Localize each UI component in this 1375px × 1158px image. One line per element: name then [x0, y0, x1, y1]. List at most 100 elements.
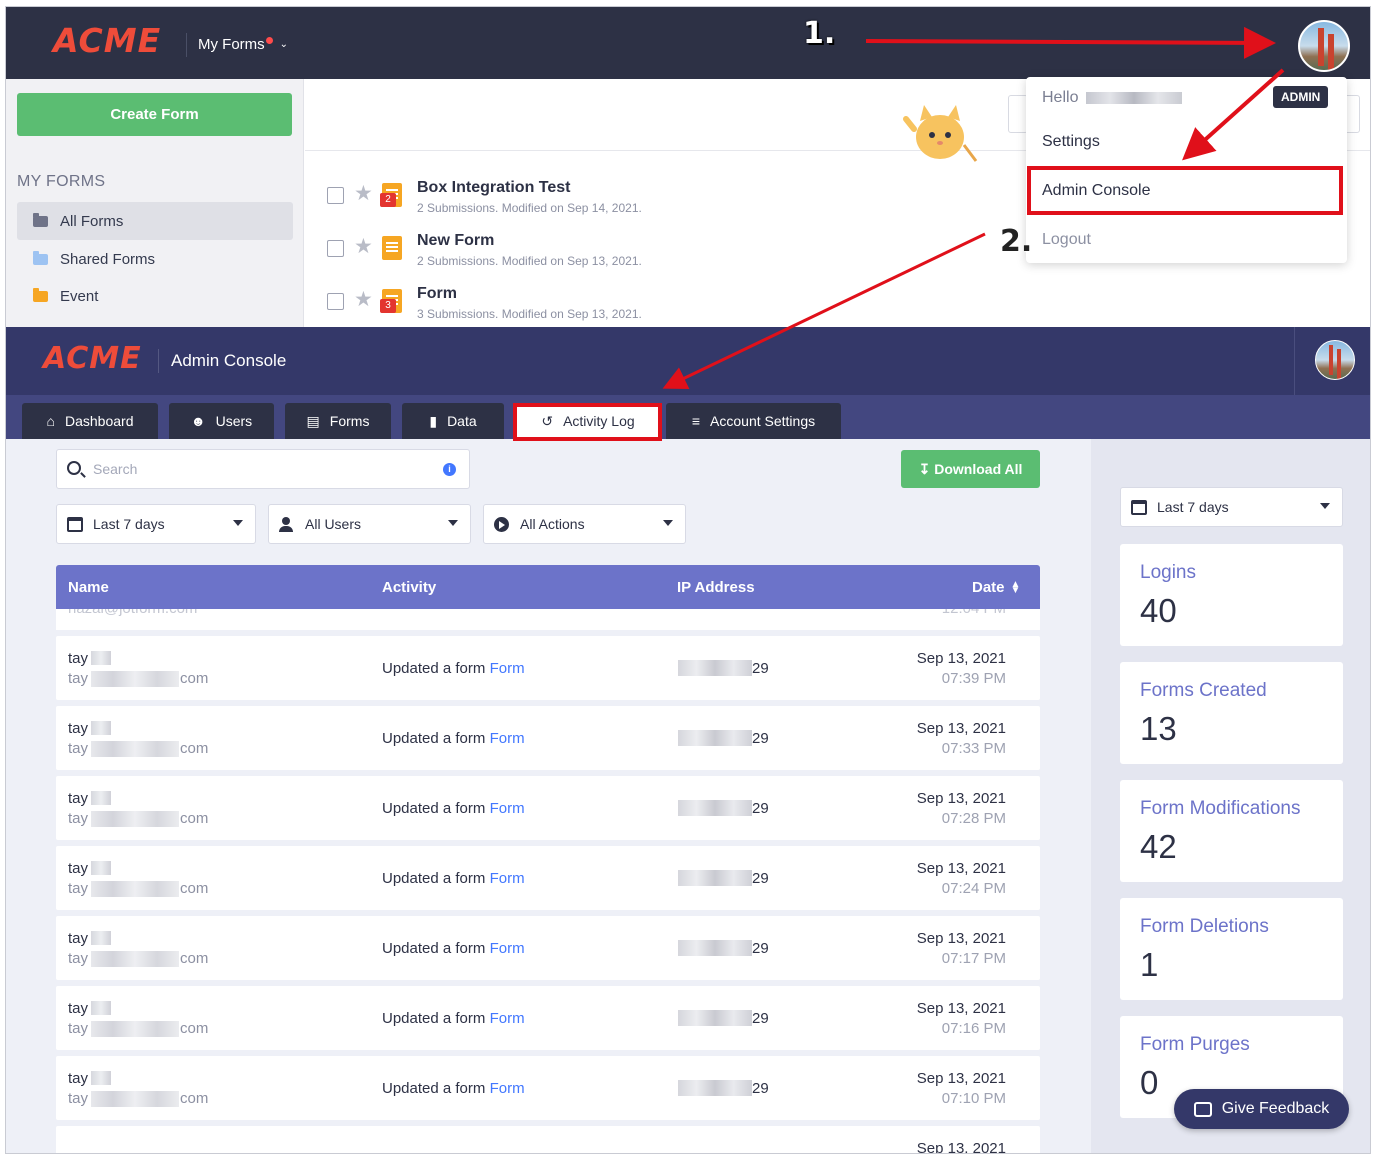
- column-ip-address[interactable]: IP Address: [677, 579, 755, 596]
- actions-select[interactable]: All Actions: [483, 504, 686, 544]
- stat-value: 42: [1140, 828, 1177, 865]
- folder-all-forms[interactable]: All Forms: [17, 202, 293, 240]
- form-meta-text: Submissions. Modified on Sep 13, 2021.: [423, 254, 642, 268]
- row-activity: Updated a form Form: [382, 1080, 525, 1097]
- form-checkbox[interactable]: [327, 293, 344, 310]
- row-email-suffix: com: [180, 740, 209, 757]
- folder-label: All Forms: [60, 212, 124, 230]
- form-link[interactable]: Form: [490, 1010, 525, 1027]
- form-row[interactable]: ★ New Form 2 Submissions. Modified on Se…: [327, 232, 1027, 276]
- table-row[interactable]: tay tay com Updated a form Form 29 Sep 13, 20…: [56, 916, 1040, 980]
- caret-down-icon: [233, 520, 243, 526]
- step-2-label: 2.: [1000, 224, 1033, 259]
- form-row[interactable]: ★ 3 Form 3 Submissions. Modified on Sep …: [327, 285, 1027, 329]
- search-input[interactable]: [93, 458, 423, 480]
- table-row[interactable]: tay tay com Updated a form Form 29 Sep 13, 20…: [56, 776, 1040, 840]
- table-row[interactable]: tay tay com Updated a form Form 29 Sep 13, 20…: [56, 986, 1040, 1050]
- logout-menu-item[interactable]: Logout: [1042, 231, 1091, 249]
- form-title[interactable]: New Form: [417, 232, 494, 250]
- row-email: riazal@jotform.com: [68, 609, 197, 617]
- form-link[interactable]: Form: [490, 940, 525, 957]
- table-row[interactable]: tay tay com Updated a form Form 29 Sep 13, 20…: [56, 846, 1040, 910]
- play-circle-icon: [494, 516, 509, 532]
- notification-dot: [265, 37, 273, 44]
- home-icon: ⌂: [46, 413, 55, 429]
- row-time: 07:10 PM: [941, 1090, 1006, 1107]
- stat-value: 13: [1140, 710, 1177, 747]
- table-row[interactable]: Sep 13, 2021: [56, 1126, 1040, 1153]
- submission-count: 2: [417, 254, 424, 268]
- stat-label: Form Modifications: [1140, 798, 1301, 819]
- admin-header: ACME Admin Console: [6, 327, 1370, 395]
- list-view-icon[interactable]: [1008, 95, 1028, 133]
- settings-menu-item[interactable]: Settings: [1042, 133, 1100, 151]
- tab-data[interactable]: ▮ Data: [402, 403, 504, 439]
- calendar-icon: [1131, 499, 1147, 515]
- table-row[interactable]: tay tay com Updated a form Form 29 Sep 13, 20…: [56, 636, 1040, 700]
- form-row[interactable]: ★ 2 Box Integration Test 2 Submissions. …: [327, 179, 1027, 223]
- acme-logo[interactable]: ACME: [53, 21, 161, 60]
- stats-date-range-select[interactable]: Last 7 days: [1120, 487, 1343, 527]
- step-1-label: 1.: [803, 16, 836, 51]
- form-checkbox[interactable]: [327, 187, 344, 204]
- column-name[interactable]: Name: [68, 579, 109, 596]
- date-range-select[interactable]: Last 7 days: [56, 504, 256, 544]
- star-icon[interactable]: ★: [354, 181, 373, 206]
- star-icon[interactable]: ★: [354, 234, 373, 259]
- user-avatar[interactable]: [1298, 20, 1350, 72]
- row-email-suffix: com: [180, 880, 209, 897]
- admin-tab-bar: ⌂ Dashboard ☻ Users ▤ Forms ▮ Data ↺ Act…: [6, 395, 1370, 439]
- redacted-name: [91, 721, 111, 735]
- stat-label: Logins: [1140, 562, 1196, 583]
- my-forms-nav[interactable]: My Forms ⌄: [198, 36, 288, 53]
- row-email-prefix: tay: [68, 810, 89, 827]
- row-date: Sep 13, 2021: [916, 650, 1006, 667]
- info-icon[interactable]: i: [443, 463, 456, 476]
- form-link[interactable]: Form: [490, 800, 525, 817]
- form-link[interactable]: Form: [490, 730, 525, 747]
- redacted-username: [1086, 92, 1183, 104]
- tab-account-settings[interactable]: ≡ Account Settings: [666, 403, 841, 439]
- row-date: Sep 13, 2021: [916, 1000, 1006, 1017]
- row-email-prefix: tay: [68, 1090, 89, 1107]
- form-link[interactable]: Form: [490, 660, 525, 677]
- row-ip-suffix: 29: [752, 870, 769, 887]
- redacted-email: [91, 951, 179, 967]
- sort-icon[interactable]: ▲ ▼: [1011, 580, 1021, 596]
- user-avatar[interactable]: [1315, 340, 1355, 380]
- column-date[interactable]: Date ▲ ▼: [972, 579, 1020, 596]
- table-row[interactable]: tay tay com Updated a form Form 29 Sep 13, 20…: [56, 1056, 1040, 1120]
- row-activity: Updated a form Form: [382, 730, 525, 747]
- tab-users[interactable]: ☻ Users: [169, 403, 274, 439]
- column-activity[interactable]: Activity: [382, 579, 436, 596]
- row-date: Sep 13, 2021: [916, 930, 1006, 947]
- row-activity: Updated a form Form: [382, 1010, 525, 1027]
- form-checkbox[interactable]: [327, 240, 344, 257]
- acme-logo[interactable]: ACME: [43, 341, 142, 376]
- row-time: 07:16 PM: [941, 1020, 1006, 1037]
- download-all-button[interactable]: ↧ Download All: [901, 450, 1040, 488]
- activity-text: Updated a form: [382, 660, 490, 677]
- my-forms-heading: MY FORMS: [17, 173, 106, 190]
- form-title[interactable]: Form: [417, 285, 457, 303]
- folder-shared-forms[interactable]: Shared Forms: [17, 240, 293, 278]
- star-icon[interactable]: ★: [354, 287, 373, 312]
- form-link[interactable]: Form: [490, 870, 525, 887]
- select-value: All Users: [305, 516, 362, 532]
- table-row[interactable]: riazal@jotform.com 12:04 PM: [56, 609, 1040, 630]
- forms-icon: ▤: [306, 412, 320, 429]
- tab-forms[interactable]: ▤ Forms: [285, 403, 391, 439]
- search-icon: [67, 461, 81, 475]
- select-value: Last 7 days: [93, 516, 165, 532]
- tab-dashboard[interactable]: ⌂ Dashboard: [22, 403, 158, 439]
- table-row[interactable]: tay tay com Updated a form Form 29 Sep 13, 20…: [56, 706, 1040, 770]
- row-time: 07:17 PM: [941, 950, 1006, 967]
- folder-event[interactable]: Event: [17, 277, 293, 315]
- users-select[interactable]: All Users: [268, 504, 471, 544]
- give-feedback-button[interactable]: Give Feedback: [1174, 1089, 1349, 1129]
- create-form-button[interactable]: Create Form: [17, 93, 292, 136]
- sliders-icon: ≡: [691, 413, 701, 429]
- redacted-name: [91, 791, 111, 805]
- form-title[interactable]: Box Integration Test: [417, 179, 571, 197]
- form-link[interactable]: Form: [490, 1080, 525, 1097]
